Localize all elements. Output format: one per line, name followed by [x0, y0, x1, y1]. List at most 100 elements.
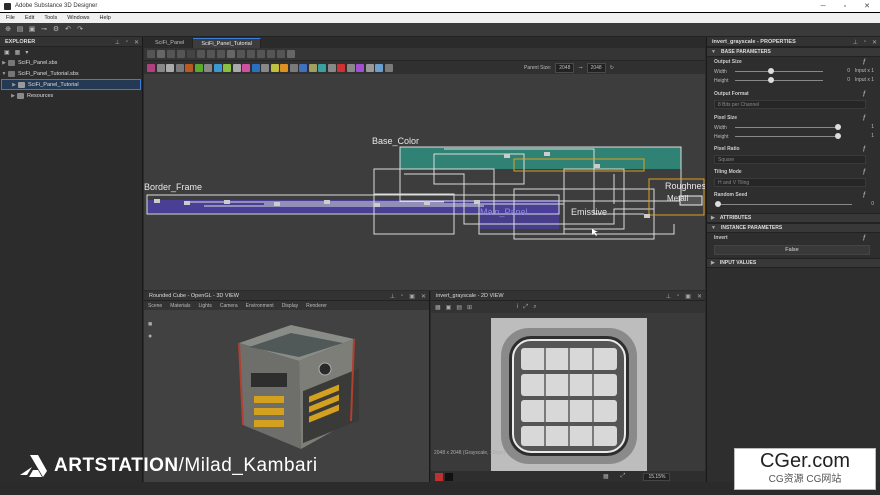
output-width-row[interactable]: Width 0 Input x 1 — [707, 67, 880, 76]
function-icon[interactable]: ƒ — [863, 192, 866, 198]
function-icon[interactable]: ƒ — [863, 91, 866, 97]
undo-icon[interactable]: ↶ — [64, 26, 72, 34]
tools-icon[interactable] — [277, 50, 285, 58]
camera-icon[interactable] — [167, 50, 175, 58]
pin-icon[interactable]: ⊥ — [853, 39, 858, 46]
float-icon[interactable]: ▫ — [864, 39, 866, 45]
node-icon[interactable] — [175, 63, 184, 72]
function-icon[interactable]: ƒ — [863, 146, 866, 152]
node-icon[interactable] — [356, 63, 364, 72]
info-icon[interactable]: i — [517, 304, 518, 310]
node-icon[interactable] — [289, 63, 298, 72]
fit-icon[interactable]: ⤢ — [523, 304, 528, 311]
link-icon[interactable]: ⊸ — [578, 65, 582, 71]
close-icon[interactable]: ✕ — [872, 39, 877, 46]
node-icon[interactable] — [327, 63, 336, 72]
function-icon[interactable]: ƒ — [863, 59, 866, 65]
select-tool-icon[interactable] — [147, 50, 155, 58]
settings-icon[interactable]: ⚙ — [52, 26, 60, 34]
node-icon[interactable] — [223, 63, 231, 72]
float-icon[interactable]: ▣ — [685, 293, 691, 300]
link-icon[interactable]: ⊸ — [40, 26, 48, 34]
new-graph-icon[interactable]: ⊕ — [4, 26, 12, 34]
node-icon[interactable] — [299, 63, 307, 72]
menu-camera[interactable]: Camera — [220, 303, 238, 309]
node-icon[interactable] — [232, 63, 241, 72]
node-icon[interactable] — [318, 63, 326, 72]
pixel-ratio-select[interactable]: Square — [714, 155, 866, 164]
expand-icon[interactable]: ▶ — [9, 93, 17, 99]
section-attributes[interactable]: ▶ ATTRIBUTES — [707, 213, 880, 223]
light-icon[interactable]: ● — [148, 333, 152, 340]
random-seed-row[interactable]: 0 — [707, 200, 880, 209]
menu-materials[interactable]: Materials — [170, 303, 190, 309]
menu-tools[interactable]: Tools — [44, 15, 57, 21]
refresh-icon[interactable]: ↻ — [610, 65, 614, 71]
options-icon[interactable] — [287, 50, 295, 58]
node-icon[interactable] — [375, 63, 383, 72]
tab-scifi-panel[interactable]: SciFi_Panel — [147, 38, 194, 48]
save-image-icon[interactable]: ▣ — [446, 304, 452, 311]
menu-edit[interactable]: Edit — [25, 15, 34, 21]
node-icon[interactable] — [280, 63, 288, 72]
function-icon[interactable]: ƒ — [863, 235, 866, 241]
fit-icon[interactable]: ⤢ — [621, 473, 626, 480]
section-base-parameters[interactable]: ▼ BASE PARAMETERS — [707, 47, 880, 57]
tree-item-folder[interactable]: ▶ Resources — [0, 90, 142, 101]
section-instance-parameters[interactable]: ▼ INSTANCE PARAMETERS — [707, 223, 880, 233]
node-icon[interactable] — [242, 63, 250, 72]
tree-item-package[interactable]: ▼ SciFi_Panel_Tutorial.sbs — [0, 68, 142, 79]
maximize-icon[interactable]: ▫ — [677, 293, 679, 299]
snap-icon[interactable] — [207, 50, 215, 58]
expand-icon[interactable]: ▶ — [10, 82, 18, 88]
channels-icon[interactable]: ▦ — [435, 304, 441, 311]
minimize-button[interactable]: ─ — [821, 3, 826, 10]
size-select[interactable]: 2048 — [586, 62, 606, 73]
node-icon[interactable] — [337, 63, 345, 72]
copy-icon[interactable]: ▤ — [456, 304, 462, 311]
node-icon[interactable] — [384, 63, 393, 72]
menu-help[interactable]: Help — [100, 15, 111, 21]
tab-scifi-panel-tutorial[interactable]: SciFi_Panel_Tutorial — [193, 38, 261, 48]
float-icon[interactable]: ▫ — [126, 39, 128, 45]
maximize-icon[interactable]: ▫ — [401, 293, 403, 299]
close-icon[interactable]: ✕ — [697, 293, 702, 300]
tiling-icon[interactable]: ⊞ — [467, 304, 472, 311]
menu-display[interactable]: Display — [282, 303, 298, 309]
camera-icon[interactable]: ■ — [148, 321, 152, 328]
grid-icon[interactable] — [217, 50, 225, 58]
node-icon[interactable] — [308, 63, 317, 72]
node-icon[interactable] — [251, 63, 260, 72]
close-icon[interactable]: ✕ — [421, 293, 426, 300]
redo-icon[interactable]: ↷ — [76, 26, 84, 34]
node-icon[interactable] — [147, 63, 155, 72]
zoom-icon[interactable]: ⌕ — [533, 304, 536, 311]
comment-icon[interactable] — [247, 50, 255, 58]
function-icon[interactable]: ƒ — [863, 169, 866, 175]
pixel-width-row[interactable]: Width 1 — [707, 123, 880, 132]
frame-icon[interactable] — [257, 50, 265, 58]
output-height-row[interactable]: Height 0 Input x 1 — [707, 76, 880, 85]
align-icon[interactable] — [197, 50, 205, 58]
color-channel-icon[interactable] — [435, 472, 443, 481]
frame-tool-icon[interactable] — [157, 50, 165, 58]
pin-icon[interactable] — [237, 50, 245, 58]
close-button[interactable]: ✕ — [864, 2, 870, 10]
node-icon[interactable] — [156, 63, 165, 72]
pin-icon[interactable]: ⊥ — [115, 39, 120, 46]
open-icon[interactable]: ▤ — [16, 26, 24, 34]
save-icon[interactable]: ▣ — [4, 49, 10, 56]
node-icon[interactable] — [204, 63, 212, 72]
menu-scene[interactable]: Scene — [148, 303, 162, 309]
node-icon[interactable] — [365, 63, 374, 72]
section-input-values[interactable]: ▶ INPUT VALUES — [707, 258, 880, 268]
float-icon[interactable]: ▣ — [409, 293, 415, 300]
tree-item-graph[interactable]: ▶ SciFi_Panel_Tutorial — [1, 79, 141, 90]
collapse-icon[interactable]: ▼ — [0, 71, 8, 77]
parent-size-select[interactable]: 2048 — [555, 62, 575, 73]
node-icon[interactable] — [185, 63, 193, 72]
grid-icon[interactable]: ▦ — [603, 473, 609, 480]
dropdown-icon[interactable]: ▾ — [25, 49, 28, 56]
background-color-icon[interactable] — [445, 472, 453, 481]
save-icon[interactable]: ▣ — [28, 26, 36, 34]
